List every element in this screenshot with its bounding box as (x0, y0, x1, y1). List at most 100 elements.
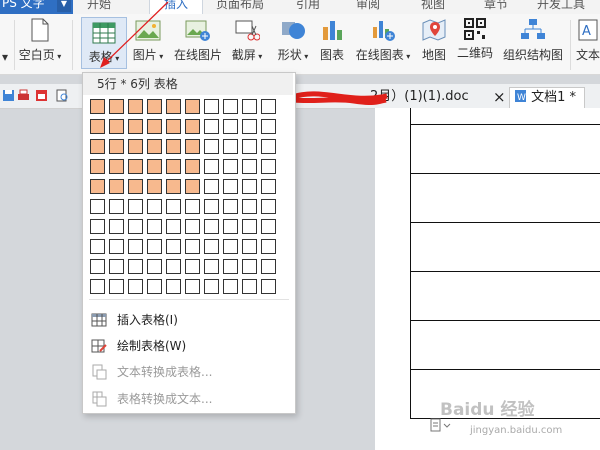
grid-cell[interactable] (242, 199, 257, 214)
grid-cell[interactable] (166, 219, 181, 234)
table-button[interactable]: 表格 ▾ (81, 17, 127, 69)
grid-cell[interactable] (185, 159, 200, 174)
grid-cell[interactable] (261, 239, 276, 254)
grid-cell[interactable] (166, 139, 181, 154)
app-menu-button[interactable]: PS 文字 ▼ (0, 0, 73, 14)
grid-cell[interactable] (166, 239, 181, 254)
online-image-button[interactable]: 在线图片 (172, 18, 224, 63)
grid-cell[interactable] (223, 179, 238, 194)
grid-cell[interactable] (223, 159, 238, 174)
tab-view[interactable]: 视图 (421, 0, 445, 12)
print-preview-icon[interactable] (56, 89, 69, 102)
grid-cell[interactable] (90, 99, 105, 114)
table-size-grid[interactable] (90, 99, 276, 294)
grid-cell[interactable] (261, 259, 276, 274)
tab-chapter[interactable]: 章节 (484, 0, 508, 12)
grid-cell[interactable] (90, 159, 105, 174)
grid-cell[interactable] (147, 139, 162, 154)
grid-cell[interactable] (90, 239, 105, 254)
grid-cell[interactable] (128, 119, 143, 134)
grid-cell[interactable] (261, 119, 276, 134)
map-button[interactable]: 地图 (420, 18, 448, 63)
grid-cell[interactable] (204, 139, 219, 154)
grid-cell[interactable] (166, 159, 181, 174)
grid-cell[interactable] (223, 239, 238, 254)
grid-cell[interactable] (185, 199, 200, 214)
grid-cell[interactable] (147, 279, 162, 294)
grid-cell[interactable] (185, 259, 200, 274)
grid-cell[interactable] (242, 99, 257, 114)
draw-table-menu-item[interactable]: 绘制表格(W) (91, 334, 287, 358)
grid-cell[interactable] (128, 259, 143, 274)
grid-cell[interactable] (185, 239, 200, 254)
grid-cell[interactable] (185, 219, 200, 234)
grid-cell[interactable] (109, 259, 124, 274)
table-to-text-menu-item[interactable]: 表格转换成文本... (91, 387, 287, 411)
grid-cell[interactable] (223, 259, 238, 274)
grid-cell[interactable] (204, 159, 219, 174)
grid-cell[interactable] (90, 179, 105, 194)
grid-cell[interactable] (166, 279, 181, 294)
grid-cell[interactable] (261, 179, 276, 194)
grid-cell[interactable] (242, 119, 257, 134)
image-button[interactable]: 图片 ▾ (130, 18, 166, 63)
tab-page-layout[interactable]: 页面布局 (216, 0, 264, 12)
grid-cell[interactable] (147, 159, 162, 174)
qrcode-button[interactable]: 二维码 (455, 18, 495, 61)
grid-cell[interactable] (90, 119, 105, 134)
grid-cell[interactable] (242, 279, 257, 294)
grid-cell[interactable] (223, 219, 238, 234)
grid-cell[interactable] (128, 159, 143, 174)
grid-cell[interactable] (90, 259, 105, 274)
grid-cell[interactable] (185, 139, 200, 154)
grid-cell[interactable] (261, 279, 276, 294)
grid-cell[interactable] (147, 119, 162, 134)
grid-cell[interactable] (128, 199, 143, 214)
grid-cell[interactable] (204, 119, 219, 134)
grid-cell[interactable] (242, 159, 257, 174)
grid-cell[interactable] (90, 199, 105, 214)
online-chart-button[interactable]: 在线图表 ▾ (352, 18, 414, 63)
grid-cell[interactable] (166, 259, 181, 274)
grid-cell[interactable] (128, 219, 143, 234)
grid-cell[interactable] (147, 179, 162, 194)
grid-cell[interactable] (128, 99, 143, 114)
grid-cell[interactable] (128, 239, 143, 254)
screenshot-button[interactable]: 截屏 ▾ (230, 18, 264, 63)
shape-button[interactable]: 形状 ▾ (273, 18, 313, 63)
tab-references[interactable]: 引用 (296, 0, 320, 12)
blank-page-button[interactable]: 空白页 ▾ (18, 18, 62, 63)
tab-developer[interactable]: 开发工具 (537, 0, 585, 12)
page-layout-icon[interactable] (430, 418, 452, 432)
grid-cell[interactable] (242, 239, 257, 254)
grid-cell[interactable] (128, 139, 143, 154)
grid-cell[interactable] (204, 199, 219, 214)
chevron-down-icon[interactable]: ▼ (57, 0, 71, 12)
grid-cell[interactable] (166, 199, 181, 214)
grid-cell[interactable] (185, 99, 200, 114)
grid-cell[interactable] (223, 279, 238, 294)
grid-cell[interactable] (90, 279, 105, 294)
text-to-table-menu-item[interactable]: 文本转换成表格... (91, 360, 287, 384)
grid-cell[interactable] (223, 139, 238, 154)
grid-cell[interactable] (109, 279, 124, 294)
org-chart-button[interactable]: 组织结构图 (501, 18, 565, 63)
grid-cell[interactable] (109, 239, 124, 254)
grid-cell[interactable] (204, 219, 219, 234)
grid-cell[interactable] (109, 179, 124, 194)
ribbon-overflow[interactable]: ▾ (2, 50, 8, 64)
grid-cell[interactable] (109, 139, 124, 154)
grid-cell[interactable] (242, 219, 257, 234)
chart-button[interactable]: 图表 (318, 18, 346, 63)
text-box-button[interactable]: A 文本 (574, 18, 600, 63)
grid-cell[interactable] (147, 239, 162, 254)
grid-cell[interactable] (261, 199, 276, 214)
grid-cell[interactable] (185, 119, 200, 134)
tab-home[interactable]: 开始 (87, 0, 111, 12)
grid-cell[interactable] (147, 259, 162, 274)
grid-cell[interactable] (261, 99, 276, 114)
grid-cell[interactable] (109, 159, 124, 174)
grid-cell[interactable] (109, 99, 124, 114)
grid-cell[interactable] (147, 199, 162, 214)
grid-cell[interactable] (185, 179, 200, 194)
